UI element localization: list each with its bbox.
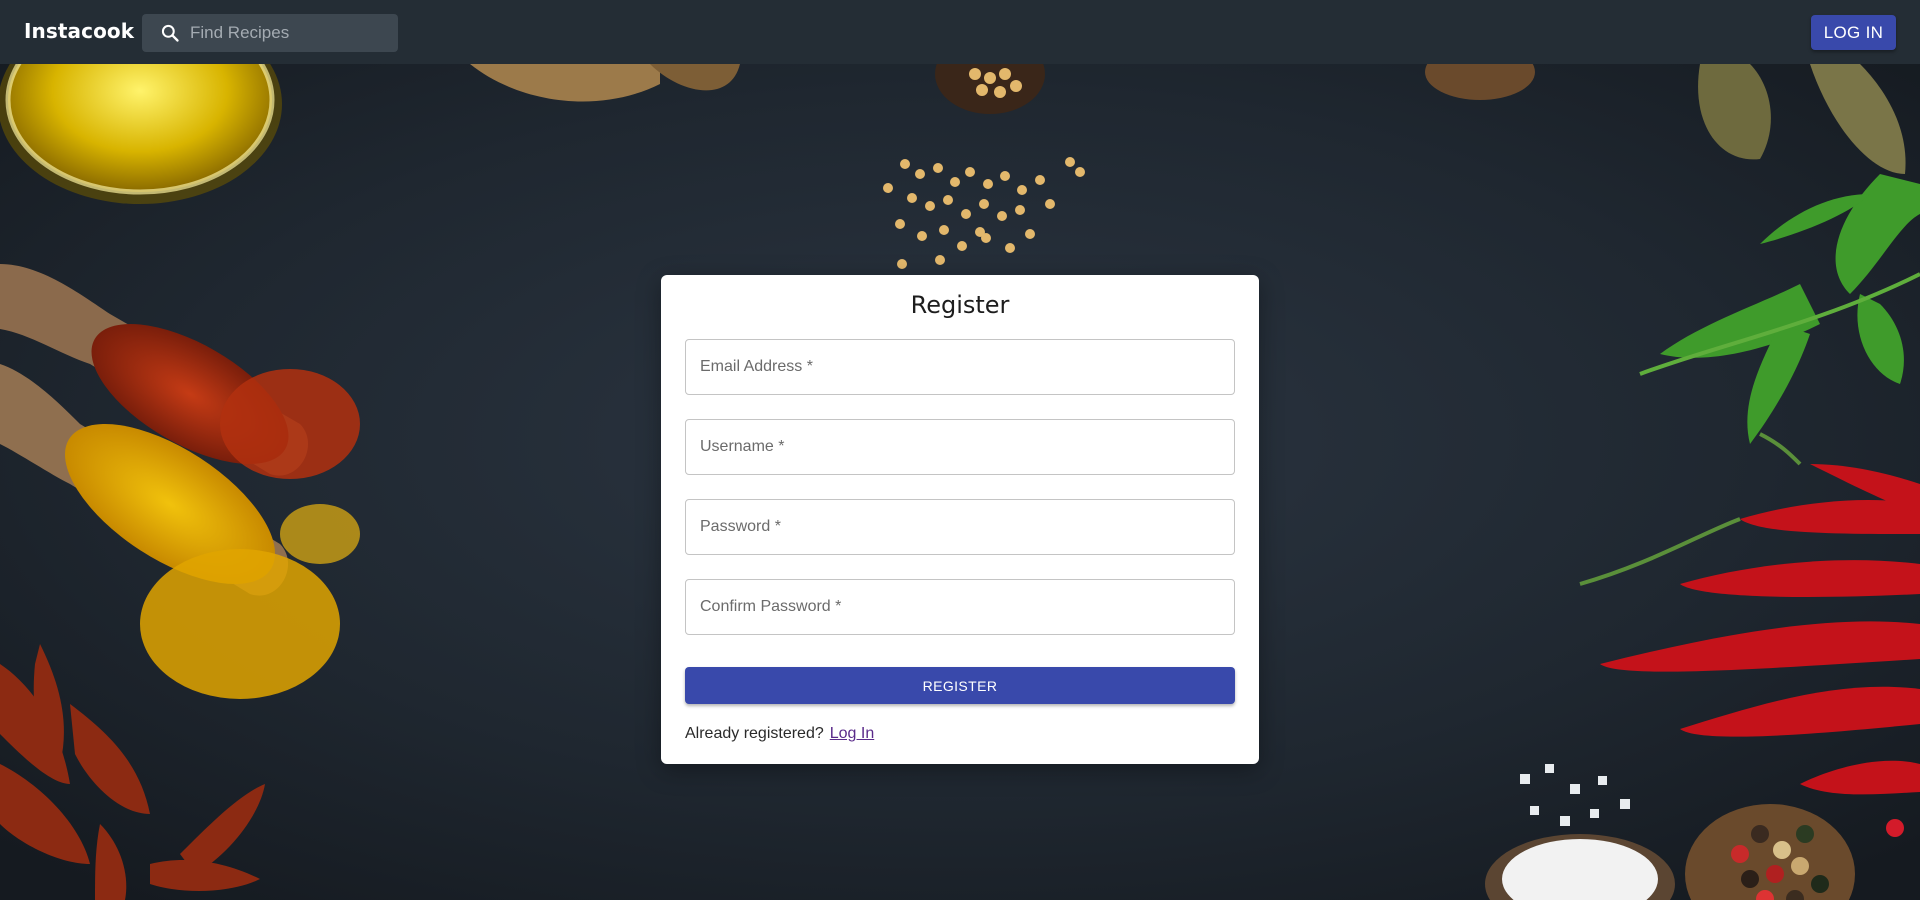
top-app-bar: Instacook LOG IN (0, 0, 1920, 64)
register-button[interactable]: REGISTER (685, 667, 1235, 704)
password-input[interactable] (686, 500, 1234, 554)
search-icon (160, 23, 180, 43)
search-box[interactable] (142, 14, 398, 52)
brand-logo-text[interactable]: Instacook (24, 19, 134, 43)
confirm-password-input[interactable] (686, 580, 1234, 634)
register-title: Register (910, 291, 1010, 319)
password-field[interactable]: Password * (685, 499, 1235, 555)
already-registered-row: Already registered? Log In (685, 725, 874, 743)
register-card: Register Email Address * Username * Pass… (661, 275, 1259, 764)
search-input[interactable] (190, 14, 386, 52)
login-link[interactable]: Log In (830, 725, 874, 742)
login-button[interactable]: LOG IN (1811, 15, 1896, 50)
email-input[interactable] (686, 340, 1234, 394)
username-input[interactable] (686, 420, 1234, 474)
already-registered-text: Already registered? (685, 725, 824, 742)
confirm-password-field[interactable]: Confirm Password * (685, 579, 1235, 635)
email-field[interactable]: Email Address * (685, 339, 1235, 395)
username-field[interactable]: Username * (685, 419, 1235, 475)
